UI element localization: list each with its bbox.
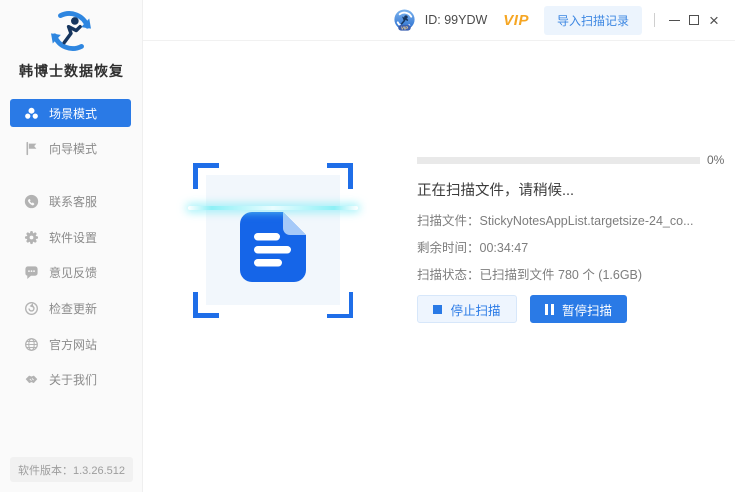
user-avatar[interactable]: VIP <box>392 8 417 33</box>
group-icon <box>24 106 39 121</box>
remaining-time-value: 00:34:47 <box>480 241 529 255</box>
scan-beam <box>188 206 358 210</box>
svg-text:VIP: VIP <box>401 25 408 30</box>
scan-animation <box>193 163 353 318</box>
handshake-icon <box>24 372 39 387</box>
app-title: 韩博士数据恢复 <box>0 61 143 81</box>
scan-frame-corner-icon <box>327 163 353 189</box>
stop-scan-label: 停止扫描 <box>450 300 500 319</box>
scan-page: 0% 正在扫描文件，请稍候... 扫描文件：StickyNotesAppList… <box>143 41 735 492</box>
sidebar-item-label: 关于我们 <box>49 371 97 388</box>
sidebar-item-check-updates[interactable]: 检查更新 <box>10 294 131 322</box>
scan-frame-corner-icon <box>193 292 219 318</box>
scan-file-row: 扫描文件：StickyNotesAppList.targetsize-24_co… <box>417 210 694 229</box>
scan-frame-corner-icon <box>193 163 219 189</box>
sidebar-item-feedback[interactable]: 意见反馈 <box>10 258 131 286</box>
stop-scan-button[interactable]: 停止扫描 <box>417 295 517 323</box>
sidebar-item-about-us[interactable]: 关于我们 <box>10 365 131 393</box>
maximize-icon <box>689 15 699 25</box>
sidebar-item-label: 意见反馈 <box>49 264 97 281</box>
software-version: 软件版本：1.3.26.512 <box>10 457 133 482</box>
close-icon: × <box>709 12 719 29</box>
pause-scan-button[interactable]: 暂停扫描 <box>530 295 627 323</box>
maximize-button[interactable] <box>684 0 704 40</box>
sidebar-item-label: 联系客服 <box>49 193 97 210</box>
update-icon <box>24 301 39 316</box>
import-scan-records-button[interactable]: 导入扫描记录 <box>544 6 642 35</box>
progress-percent: 0% <box>707 153 724 167</box>
sidebar-item-scene-mode[interactable]: 场景模式 <box>10 99 131 127</box>
sidebar-item-settings[interactable]: 软件设置 <box>10 223 131 251</box>
document-icon <box>240 212 306 282</box>
sidebar-item-wizard-mode[interactable]: 向导模式 <box>10 134 131 162</box>
globe-icon <box>24 337 39 352</box>
sidebar-item-label: 检查更新 <box>49 300 97 317</box>
scan-file-label: 扫描文件： <box>417 214 480 228</box>
app-logo-icon <box>47 7 95 55</box>
scan-frame-corner-icon <box>327 292 353 318</box>
scan-state-value: 已扫描到文件 780 个 (1.6GB) <box>480 268 643 282</box>
close-button[interactable]: × <box>704 0 724 40</box>
progress-row: 0% <box>417 153 725 167</box>
scan-status-heading: 正在扫描文件，请稍候... <box>417 179 574 200</box>
app-window: 韩博士数据恢复 场景模式 向导模式 联系客服 <box>0 0 735 492</box>
sidebar-item-official-website[interactable]: 官方网站 <box>10 330 131 358</box>
pause-icon <box>545 304 554 315</box>
titlebar: VIP ID: 99YDW VIP 导入扫描记录 × <box>143 0 735 41</box>
scan-state-label: 扫描状态： <box>417 268 480 282</box>
titlebar-divider <box>654 13 655 27</box>
minimize-button[interactable] <box>664 0 684 40</box>
phone-icon <box>24 194 39 209</box>
pause-scan-label: 暂停扫描 <box>562 300 612 319</box>
vip-badge[interactable]: VIP <box>503 12 529 29</box>
minimize-icon <box>669 20 680 21</box>
sidebar-item-contact-support[interactable]: 联系客服 <box>10 187 131 215</box>
sidebar-item-label: 向导模式 <box>49 140 97 157</box>
sidebar-item-label: 场景模式 <box>49 105 97 122</box>
scan-controls: 停止扫描 暂停扫描 <box>417 295 627 323</box>
progress-bar <box>417 157 700 164</box>
sidebar-item-label: 官方网站 <box>49 336 97 353</box>
flag-icon <box>24 141 39 156</box>
remaining-time-label: 剩余时间： <box>417 241 480 255</box>
sidebar-item-label: 软件设置 <box>49 229 97 246</box>
comment-icon <box>24 265 39 280</box>
scan-file-value: StickyNotesAppList.targetsize-24_co... <box>480 214 694 228</box>
sidebar: 韩博士数据恢复 场景模式 向导模式 联系客服 <box>0 0 143 492</box>
user-id: ID: 99YDW <box>425 13 488 27</box>
scan-state-row: 扫描状态：已扫描到文件 780 个 (1.6GB) <box>417 264 642 283</box>
remaining-time-row: 剩余时间：00:34:47 <box>417 237 528 256</box>
stop-icon <box>433 305 442 314</box>
gear-icon <box>24 230 39 245</box>
